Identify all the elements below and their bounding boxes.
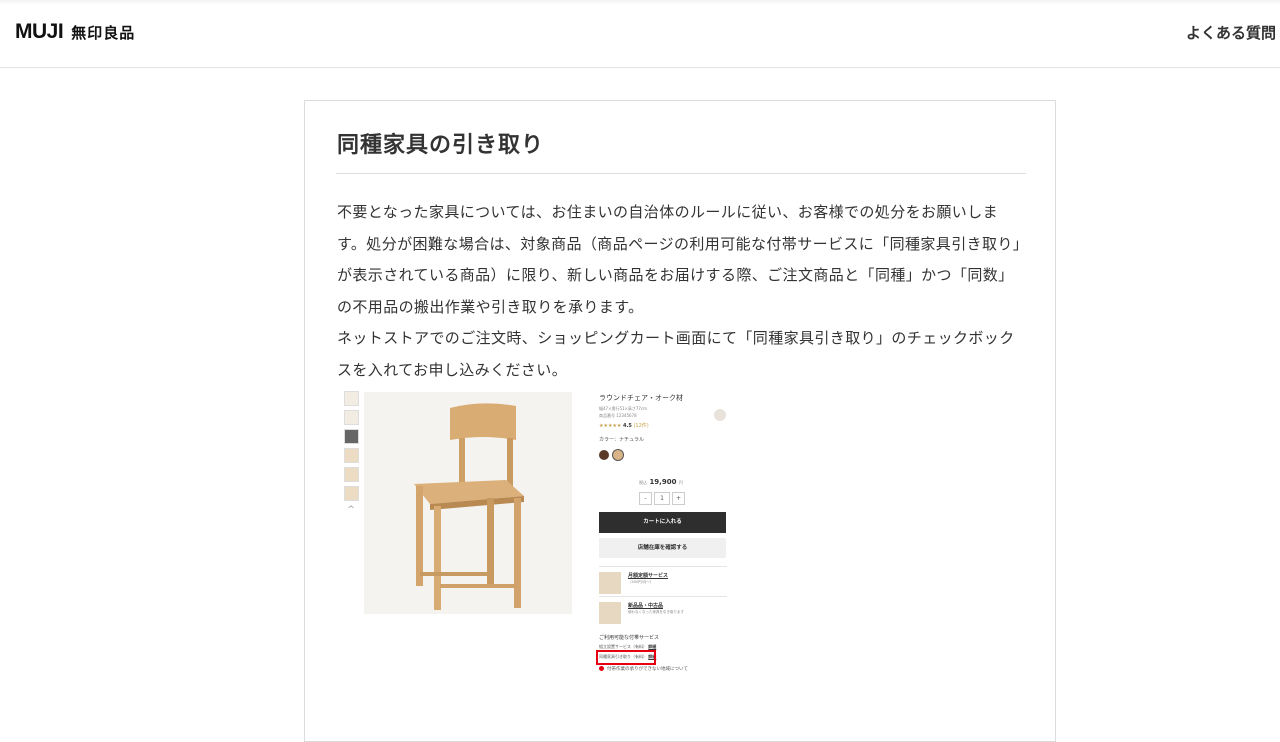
service-thumbnail xyxy=(599,572,621,594)
service-item[interactable]: 新品品・中古品 使わなくなった家具を引き取ります xyxy=(599,596,727,625)
price-prefix: 税込 xyxy=(639,480,647,485)
service-subtitle: 使わなくなった家具を引き取ります xyxy=(628,610,684,614)
color-swatch-natural[interactable] xyxy=(613,450,623,460)
thumbnail-strip: ^ xyxy=(344,391,359,515)
rating-value: 4.5 xyxy=(623,423,632,429)
alert-icon xyxy=(599,666,604,671)
notice-text: 付帯作業の承りができない地域について xyxy=(607,667,688,672)
area-notice-link[interactable]: 付帯作業の承りができない地域について xyxy=(599,666,688,672)
rating-count: (12件) xyxy=(633,423,649,429)
qty-minus-button[interactable]: - xyxy=(639,492,652,505)
thumbnail xyxy=(344,391,359,406)
thumbnail xyxy=(344,486,359,501)
thumbnail-scroll-icon: ^ xyxy=(347,505,355,515)
addon-detail-link[interactable]: 詳細 xyxy=(648,644,656,649)
qty-value[interactable]: 1 xyxy=(654,492,670,505)
product-page-screenshot: ^ ラウンドチェア・オーク材 幅47×奥行51×高さ77cm 商品番号 1234… xyxy=(337,384,729,684)
title-divider xyxy=(336,173,1026,174)
product-size: 幅47×奥行51×高さ77cm xyxy=(599,406,648,411)
check-store-stock-button[interactable]: 店舗在庫を確認する xyxy=(599,538,726,558)
faq-link[interactable]: よくある質問 xyxy=(1186,22,1276,43)
service-title: 月額定額サービス xyxy=(628,573,669,579)
addon-label: 組立設置サービス（有料） xyxy=(599,644,647,649)
service-title: 新品品・中古品 xyxy=(628,603,664,609)
quantity-stepper: - 1 + xyxy=(639,492,685,505)
service-item[interactable]: 月額定額サービス （400円/月～） xyxy=(599,566,727,595)
add-to-cart-button[interactable]: カートに入れる xyxy=(599,512,726,533)
page-title: 同種家具の引き取り xyxy=(337,133,545,158)
rating-stars: ★★★★★ xyxy=(599,423,622,429)
muji-logo[interactable]: MUJI 無印良品 xyxy=(15,20,135,44)
highlight-box xyxy=(596,650,656,665)
service-subtitle: （400円/月～） xyxy=(628,580,654,584)
article-body: 不要となった家具については、お住まいの自治体のルールに従い、お客様での処分をお願… xyxy=(337,197,1027,386)
thumbnail xyxy=(344,429,359,444)
thumbnail xyxy=(344,467,359,482)
qty-plus-button[interactable]: + xyxy=(672,492,685,505)
chair-photo xyxy=(364,392,572,614)
logo-latin: MUJI xyxy=(15,20,64,43)
product-name: ラウンドチェア・オーク材 xyxy=(599,394,683,402)
paragraph-2: ネットストアでのご注文時、ショッピングカート画面にて「同種家具引き取り」のチェッ… xyxy=(337,329,1015,379)
logo-japanese: 無印良品 xyxy=(71,24,136,42)
site-header: MUJI 無印良品 よくある質問 xyxy=(0,0,1280,68)
chair-illustration xyxy=(364,392,572,614)
thumbnail xyxy=(344,448,359,463)
product-rating[interactable]: ★★★★★ 4.5 (12件) xyxy=(599,422,649,429)
color-label: カラー：ナチュラル xyxy=(599,437,645,443)
paragraph-1: 不要となった家具については、お住まいの自治体のルールに従い、お客様での処分をお願… xyxy=(337,203,1021,316)
addon-services-heading: ご利用可能な付帯サービス xyxy=(599,635,660,641)
thumbnail xyxy=(344,410,359,425)
price-value: 19,900 xyxy=(649,478,677,486)
color-swatch-dark[interactable] xyxy=(599,450,609,460)
price-suffix: 円 xyxy=(678,480,683,485)
product-code: 商品番号 12345678 xyxy=(599,413,637,418)
favorite-icon[interactable] xyxy=(714,409,726,421)
service-thumbnail xyxy=(599,602,621,624)
article-card: 同種家具の引き取り 不要となった家具については、お住まいの自治体のルールに従い、… xyxy=(304,100,1056,742)
product-price: 税込 19,900 円 xyxy=(639,478,683,486)
